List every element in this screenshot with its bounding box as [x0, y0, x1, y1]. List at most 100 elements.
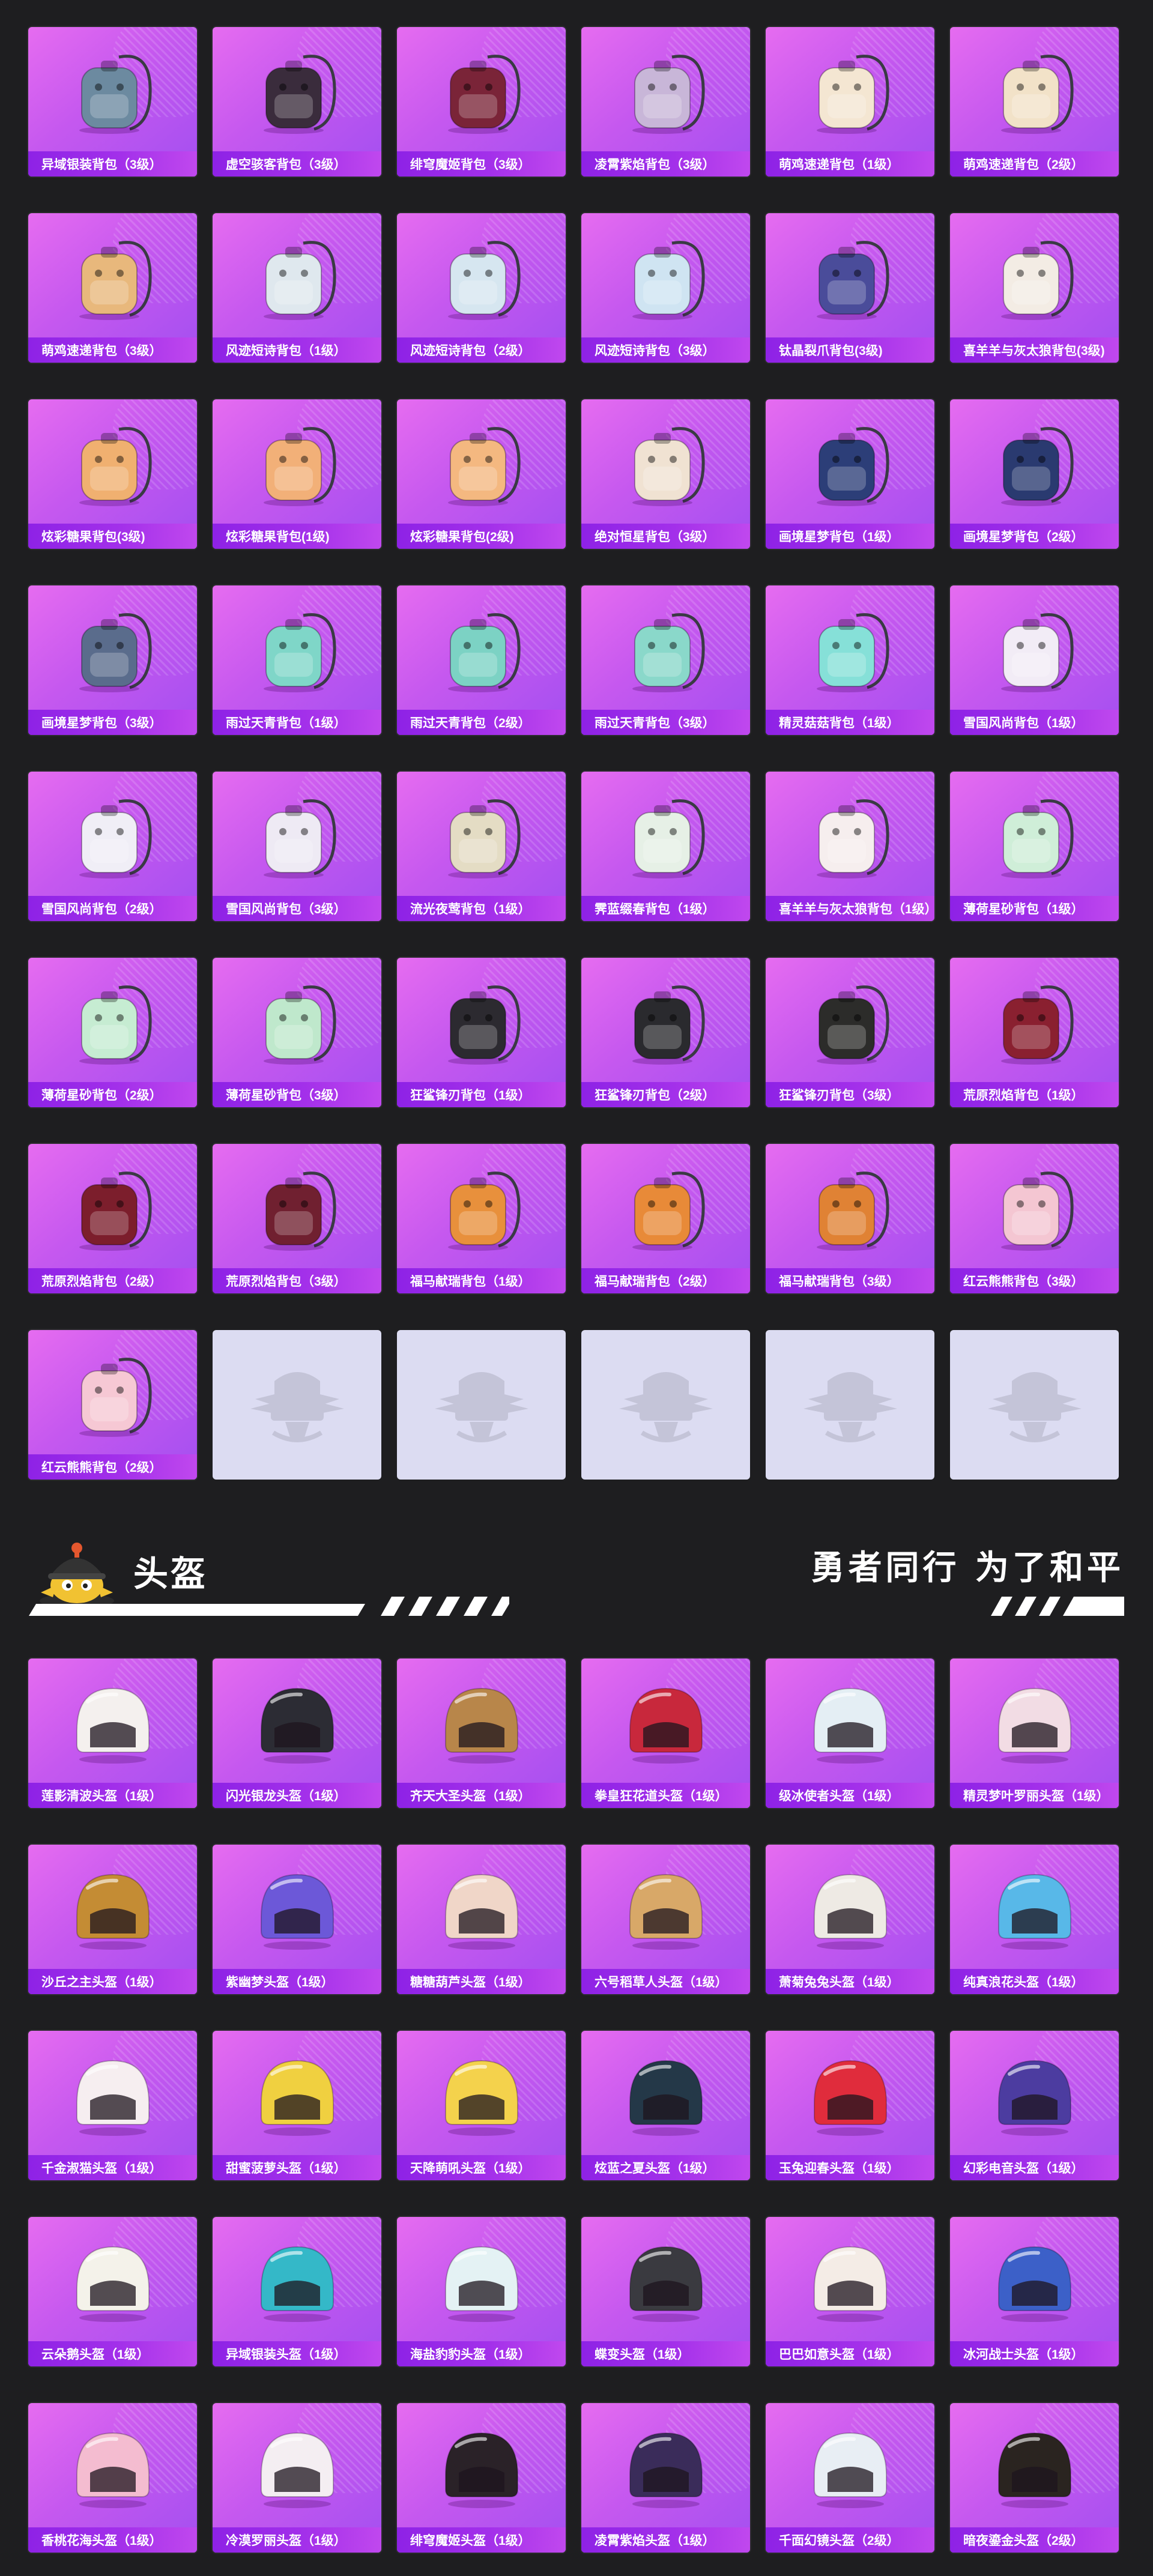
backpack-card[interactable]: 狂鲨锋刃背包（2级）	[581, 958, 750, 1107]
backpack-card[interactable]: 红云熊熊背包（2级）	[28, 1330, 197, 1480]
flame-backpack-icon	[79, 1172, 152, 1251]
empty-item-card[interactable]	[766, 1330, 934, 1480]
empty-item-card[interactable]	[581, 1330, 750, 1480]
shark-backpack-icon	[816, 985, 889, 1065]
backpack-card[interactable]: 喜羊羊与灰太狼背包(3级)	[950, 213, 1119, 363]
backpack-card[interactable]: 薄荷星砂背包（1级）	[950, 772, 1119, 921]
item-name-label: 炫彩糖果背包(1级)	[213, 524, 381, 549]
backpack-card[interactable]: 雪国风尚背包（2级）	[28, 772, 197, 921]
backpack-card[interactable]: 雨过天青背包（1级）	[213, 585, 381, 735]
empty-item-card[interactable]	[397, 1330, 566, 1480]
backpack-card[interactable]: 荒原烈焰背包（3级）	[213, 1144, 381, 1293]
backpack-card[interactable]: 狂鲨锋刃背包（1级）	[397, 958, 566, 1107]
helmet-card[interactable]: 蝶变头盔（1级）	[581, 2217, 750, 2366]
bird-backpack-icon	[263, 613, 336, 692]
helmet-card[interactable]: 千面幻镜头盔（2级）	[766, 2403, 934, 2553]
helmet-card[interactable]: 幻彩电音头盔（1级）	[950, 2031, 1119, 2180]
backpack-card[interactable]: 风迹短诗背包（2级）	[397, 213, 566, 363]
item-name-label: 凌霄紫焰头盔（1级）	[581, 2527, 750, 2553]
backpack-card[interactable]: 雨过天青背包（2级）	[397, 585, 566, 735]
backpack-card[interactable]: 炫彩糖果背包(3级)	[28, 399, 197, 549]
helmet-card[interactable]: 千金淑猫头盔（1级）	[28, 2031, 197, 2180]
helmet-icon	[813, 2432, 887, 2508]
backpack-card[interactable]: 钛晶裂爪背包(3级)	[766, 213, 934, 363]
backpack-card[interactable]: 荒原烈焰背包（1级）	[950, 958, 1119, 1107]
backpack-card[interactable]: 风迹短诗背包（1级）	[213, 213, 381, 363]
helmet-icon	[629, 1687, 703, 1764]
backpack-card[interactable]: 萌鸡速递背包（2级）	[950, 27, 1119, 177]
helmet-card[interactable]: 天降萌吼头盔（1级）	[397, 2031, 566, 2180]
backpack-card[interactable]: 绝对恒星背包（3级）	[581, 399, 750, 549]
backpack-card[interactable]: 画境星梦背包（1级）	[766, 399, 934, 549]
helmet-card[interactable]: 香桃花海头盔（1级）	[28, 2403, 197, 2553]
backpack-card[interactable]: 炫彩糖果背包(1级)	[213, 399, 381, 549]
mushroom-backpack-icon	[816, 613, 889, 692]
backpack-card[interactable]: 福马献瑞背包（1级）	[397, 1144, 566, 1293]
helmet-card[interactable]: 异域银装头盔（1级）	[213, 2217, 381, 2366]
item-name-label: 异域银装头盔（1级）	[213, 2341, 381, 2366]
helmet-card[interactable]: 糖糖葫芦头盔（1级）	[397, 1845, 566, 1994]
mirror-backpack-icon	[79, 613, 152, 692]
backpack-card[interactable]: 霁蓝缀春背包（1级）	[581, 772, 750, 921]
helmet-card[interactable]: 凌霄紫焰头盔（1级）	[581, 2403, 750, 2553]
backpack-card[interactable]: 薄荷星砂背包（2级）	[28, 958, 197, 1107]
helmet-card[interactable]: 莲影清波头盔（1级）	[28, 1658, 197, 1808]
helmet-icon	[997, 2060, 1071, 2136]
helmet-card[interactable]: 闪光银龙头盔（1级）	[213, 1658, 381, 1808]
backpack-card[interactable]: 炫彩糖果背包(2级)	[397, 399, 566, 549]
backpack-card[interactable]: 喜羊羊与灰太狼背包（1级）	[766, 772, 934, 921]
item-name-label: 炫蓝之夏头盔（1级）	[581, 2155, 750, 2180]
helmet-card[interactable]: 甜蜜菠萝头盔（1级）	[213, 2031, 381, 2180]
helmet-card[interactable]: 精灵梦叶罗丽头盔（1级）	[950, 1658, 1119, 1808]
backpack-card[interactable]: 萌鸡速递背包（1级）	[766, 27, 934, 177]
backpack-card[interactable]: 荒原烈焰背包（2级）	[28, 1144, 197, 1293]
backpack-card[interactable]: 福马献瑞背包（2级）	[581, 1144, 750, 1293]
backpack-card[interactable]: 雪国风尚背包（1级）	[950, 585, 1119, 735]
backpack-card[interactable]: 异域银装背包（3级）	[28, 27, 197, 177]
helmet-card[interactable]: 炫蓝之夏头盔（1级）	[581, 2031, 750, 2180]
item-name-label: 纯真浪花头盔（1级）	[950, 1969, 1119, 1994]
helmet-icon	[76, 2432, 150, 2508]
helmet-card[interactable]: 云朵鹅头盔（1级）	[28, 2217, 197, 2366]
backpack-card[interactable]: 画境星梦背包（2级）	[950, 399, 1119, 549]
backpack-card[interactable]: 风迹短诗背包（3级）	[581, 213, 750, 363]
helmet-card[interactable]: 玉兔迎春头盔（1级）	[766, 2031, 934, 2180]
backpack-card[interactable]: 萌鸡速递背包（3级）	[28, 213, 197, 363]
helmet-icon	[813, 1687, 887, 1764]
backpack-card[interactable]: 狂鲨锋刃背包（3级）	[766, 958, 934, 1107]
helmet-card[interactable]: 六号稻草人头盔（1级）	[581, 1845, 750, 1994]
backpack-card[interactable]: 福马献瑞背包（3级）	[766, 1144, 934, 1293]
helmet-card[interactable]: 沙丘之主头盔（1级）	[28, 1845, 197, 1994]
backpack-card[interactable]: 流光夜莺背包（1级）	[397, 772, 566, 921]
helmet-card[interactable]: 海盐豹豹头盔（1级）	[397, 2217, 566, 2366]
item-name-label: 炫彩糖果背包(2级)	[397, 524, 566, 549]
backpack-card[interactable]: 绯穹魔姬背包（3级）	[397, 27, 566, 177]
helmet-card[interactable]: 冷漠罗丽头盔（1级）	[213, 2403, 381, 2553]
helmet-card[interactable]: 暗夜鎏金头盔（2级）	[950, 2403, 1119, 2553]
backpack-card[interactable]: 红云熊熊背包（3级）	[950, 1144, 1119, 1293]
item-name-label: 薄荷星砂背包（2级）	[28, 1082, 197, 1107]
backpack-card[interactable]: 凌霄紫焰背包（3级）	[581, 27, 750, 177]
helmet-card[interactable]: 绯穹魔姬头盔（1级）	[397, 2403, 566, 2553]
backpack-card[interactable]: 雨过天青背包（3级）	[581, 585, 750, 735]
backpack-card[interactable]: 精灵菇菇背包（1级）	[766, 585, 934, 735]
item-name-label: 雨过天青背包（3级）	[581, 710, 750, 735]
helmet-card[interactable]: 拳皇狂花道头盔（1级）	[581, 1658, 750, 1808]
helmet-card[interactable]: 巴巴如意头盔（1级）	[766, 2217, 934, 2366]
helmet-card[interactable]: 冰河战士头盔（1级）	[950, 2217, 1119, 2366]
helmet-card[interactable]: 级冰使者头盔（1级）	[766, 1658, 934, 1808]
helmet-card[interactable]: 纯真浪花头盔（1级）	[950, 1845, 1119, 1994]
backpack-card[interactable]: 薄荷星砂背包（3级）	[213, 958, 381, 1107]
backpack-card[interactable]: 虚空骇客背包（3级）	[213, 27, 381, 177]
item-name-label: 沙丘之主头盔（1级）	[28, 1969, 197, 1994]
helmet-card[interactable]: 萧菊兔兔头盔（1级）	[766, 1845, 934, 1994]
helmet-icon	[997, 1873, 1071, 1950]
empty-item-card[interactable]	[950, 1330, 1119, 1480]
item-name-label: 拳皇狂花道头盔（1级）	[581, 1783, 750, 1808]
helmet-card[interactable]: 齐天大圣头盔（1级）	[397, 1658, 566, 1808]
helmet-card[interactable]: 紫幽梦头盔（1级）	[213, 1845, 381, 1994]
item-name-label: 荒原烈焰背包（3级）	[213, 1268, 381, 1293]
backpack-card[interactable]: 雪国风尚背包（3级）	[213, 772, 381, 921]
backpack-card[interactable]: 画境星梦背包（3级）	[28, 585, 197, 735]
empty-item-card[interactable]	[213, 1330, 381, 1480]
